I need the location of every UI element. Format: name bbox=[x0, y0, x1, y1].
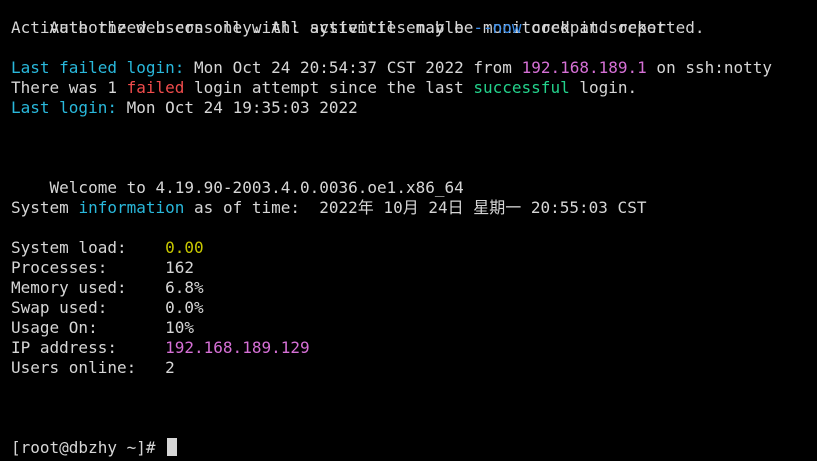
command-prompt-line[interactable]: [root@dbzhy ~]# bbox=[11, 438, 178, 458]
stat-value: 2 bbox=[165, 358, 175, 377]
banner-line-2: Activate the web console with: systemctl… bbox=[11, 18, 666, 38]
stat-memory-used: Memory used: 6.8% bbox=[11, 278, 204, 298]
banner-console-suffix: cockpit.socket bbox=[521, 18, 667, 37]
banner-console-text: Activate the web console with: systemctl… bbox=[11, 18, 474, 37]
last-failed-login-line: Last failed login: Mon Oct 24 20:54:37 C… bbox=[11, 58, 772, 78]
sysinfo-line: System information as of time: 2022年 10月… bbox=[11, 198, 646, 218]
last-login-label: Last login: bbox=[11, 98, 117, 117]
stat-label: Memory used: bbox=[11, 278, 166, 297]
banner-line-1: Authorized users only. All activities ma… bbox=[11, 0, 705, 37]
stat-label: Users online: bbox=[11, 358, 166, 377]
stat-label: System load: bbox=[11, 238, 166, 257]
last-failed-label-b: failed bbox=[59, 58, 117, 77]
last-failed-suffix: on ssh:notty bbox=[646, 58, 773, 77]
stat-value: 162 bbox=[165, 258, 195, 277]
failed-attempts-line: There was 1 failed login attempt since t… bbox=[11, 78, 637, 98]
stat-value: 10% bbox=[165, 318, 195, 337]
failed-word: failed bbox=[126, 78, 185, 97]
stat-users-online: Users online: 2 bbox=[11, 358, 175, 378]
stat-system-load: System load: 0.00 bbox=[11, 238, 204, 258]
text-cursor[interactable] bbox=[167, 438, 178, 456]
last-failed-ip: 192.168.189.1 bbox=[521, 58, 647, 77]
sysinfo-suffix: as of time: 2022年 10月 24日 星期一 20:55:03 C… bbox=[184, 198, 647, 217]
stat-processes: Processes: 162 bbox=[11, 258, 194, 278]
failed-attempts-middle: login attempt since the last bbox=[184, 78, 474, 97]
stat-ip-address: IP address: 192.168.189.129 bbox=[11, 338, 310, 358]
stat-value: 0.00 bbox=[165, 238, 204, 257]
last-failed-label-c: login: bbox=[116, 58, 185, 77]
last-failed-label-a: Last bbox=[11, 58, 60, 77]
stat-usage-on: Usage On: 10% bbox=[11, 318, 194, 338]
welcome-line: Welcome to 4.19.90-2003.4.0.0036.oe1.x86… bbox=[11, 158, 464, 197]
failed-attempts-suffix: login. bbox=[569, 78, 638, 97]
welcome-text: Welcome to 4.19.90-2003.4.0.0036.oe1.x86… bbox=[49, 178, 464, 197]
banner-flag: --now bbox=[473, 18, 522, 37]
failed-attempts-prefix: There was 1 bbox=[11, 78, 127, 97]
stat-label: Usage On: bbox=[11, 318, 166, 337]
stat-label: Swap used: bbox=[11, 298, 166, 317]
last-login-date: Mon Oct 24 19:35:03 2022 bbox=[116, 98, 358, 117]
stat-value: 192.168.189.129 bbox=[165, 338, 310, 357]
stat-label: IP address: bbox=[11, 338, 166, 357]
stat-label: Processes: bbox=[11, 258, 166, 277]
last-login-line: Last login: Mon Oct 24 19:35:03 2022 bbox=[11, 98, 358, 118]
terminal-window[interactable]: Authorized users only. All activities ma… bbox=[0, 0, 817, 461]
stat-value: 0.0% bbox=[165, 298, 204, 317]
sysinfo-information: information bbox=[78, 198, 185, 217]
successful-word: successful bbox=[473, 78, 570, 97]
stat-value: 6.8% bbox=[165, 278, 204, 297]
stat-swap-used: Swap used: 0.0% bbox=[11, 298, 204, 318]
sysinfo-prefix: System bbox=[11, 198, 79, 217]
last-failed-date: Mon Oct 24 20:54:37 CST 2022 from bbox=[184, 58, 522, 77]
shell-prompt: [root@dbzhy ~]# bbox=[11, 438, 166, 457]
